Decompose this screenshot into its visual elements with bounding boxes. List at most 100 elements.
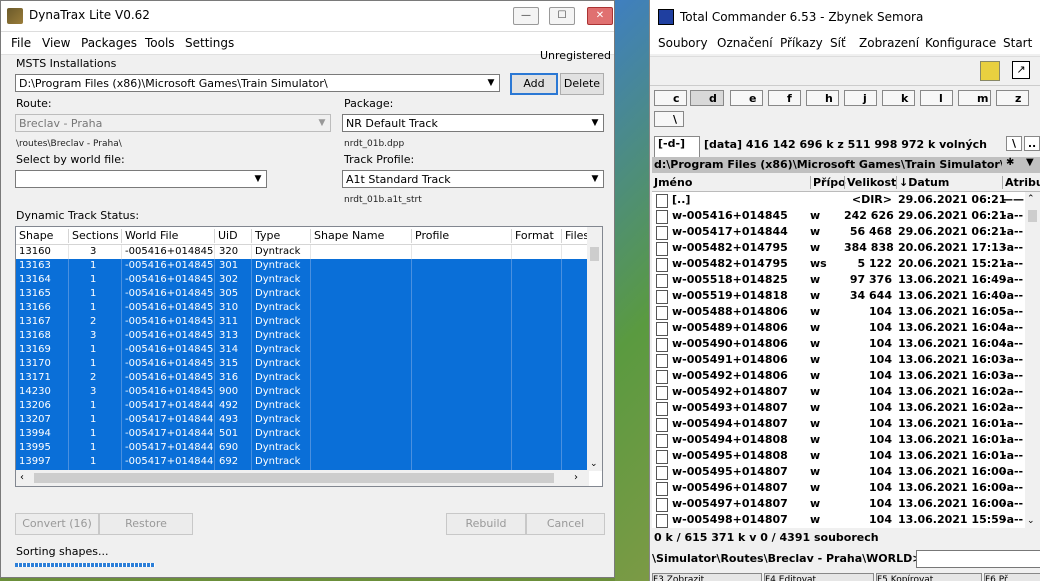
table-row[interactable]: 13170 1 -005416+014845 315 Dyntrack (16, 357, 589, 371)
rebuild-button[interactable]: Rebuild (446, 513, 526, 535)
table-row[interactable]: 13169 1 -005416+014845 314 Dyntrack (16, 343, 589, 357)
table-row[interactable]: 13206 1 -005417+014844 492 Dyntrack (16, 399, 589, 413)
file-row[interactable]: w-005416+014845 w 242 626 29.06.2021 06:21-… (652, 208, 1025, 224)
col-world-file[interactable]: World File (121, 229, 178, 243)
drive-l[interactable]: l (920, 90, 953, 106)
command-input[interactable] (916, 550, 1040, 568)
root-button[interactable]: \ (1006, 136, 1022, 151)
delete-button[interactable]: Delete (560, 73, 604, 95)
table-row[interactable]: 13163 1 -005416+014845 301 Dyntrack (16, 259, 589, 273)
chevron-down-icon[interactable]: ▼ (1026, 157, 1034, 168)
msts-path-select[interactable]: D:\Program Files (x86)\Microsoft Games\T… (15, 74, 500, 92)
file-row[interactable]: w-005492+014806 w 104 13.06.2021 16:03 -a-- (652, 368, 1025, 384)
tc-menu-prikazy[interactable]: Příkazy (780, 36, 823, 50)
file-row[interactable]: w-005492+014807 w 104 13.06.2021 16:02 -a-- (652, 384, 1025, 400)
col-attributes[interactable]: Atributy (1002, 176, 1040, 189)
file-row[interactable]: w-005494+014807 w 104 13.06.2021 16:01 -a-- (652, 416, 1025, 432)
scroll-thumb[interactable] (590, 247, 599, 261)
file-row[interactable]: w-005494+014808 w 104 13.06.2021 16:01 -a-- (652, 432, 1025, 448)
table-row[interactable]: 13166 1 -005416+014845 310 Dyntrack (16, 301, 589, 315)
file-row[interactable]: w-005491+014806 w 104 13.06.2021 16:03 -a-- (652, 352, 1025, 368)
convert-button[interactable]: Convert (16) (15, 513, 99, 535)
drive-j[interactable]: j (844, 90, 877, 106)
f5-copy-button[interactable]: F5 Kopírovat (876, 573, 982, 581)
file-row[interactable]: w-005495+014808 w 104 13.06.2021 16:01 -a-- (652, 448, 1025, 464)
table-row[interactable]: 13997 1 -005417+014844 692 Dyntrack (16, 455, 589, 469)
col-date[interactable]: ↓Datum (896, 176, 949, 189)
table-row[interactable]: 13207 1 -005417+014844 493 Dyntrack (16, 413, 589, 427)
tc-menu-start[interactable]: Start (1003, 36, 1032, 50)
file-row[interactable]: w-005493+014807 w 104 13.06.2021 16:02 -a-- (652, 400, 1025, 416)
drive-k[interactable]: k (882, 90, 915, 106)
file-row[interactable]: w-005518+014825 w 97 376 13.06.2021 16:49 -a… (652, 272, 1025, 288)
table-row[interactable]: 13994 1 -005417+014844 501 Dyntrack (16, 427, 589, 441)
world-file-select[interactable]: ▼ (15, 170, 267, 188)
file-row[interactable]: w-005497+014807 w 104 13.06.2021 16:00 -a-- (652, 496, 1025, 512)
chevron-left-icon[interactable]: ‹ (20, 472, 24, 483)
file-row[interactable]: w-005482+014795 ws 5 122 20.06.2021 15:21 -a… (652, 256, 1025, 272)
table-row[interactable]: 13167 2 -005416+014845 311 Dyntrack (16, 315, 589, 329)
file-row[interactable]: w-005498+014807 w 104 13.06.2021 15:59 -a-- (652, 512, 1025, 528)
table-row[interactable]: 13165 1 -005416+014845 305 Dyntrack (16, 287, 589, 301)
scroll-thumb[interactable] (1028, 210, 1037, 222)
file-row[interactable]: w-005519+014818 w 34 644 13.06.2021 16:40 -a… (652, 288, 1025, 304)
star-icon[interactable]: ✱ (1006, 157, 1014, 168)
file-row[interactable]: [..] <DIR> 29.06.2021 06:21 —— (652, 192, 1025, 208)
col-shape-name[interactable]: Shape Name (310, 229, 384, 243)
drive-e[interactable]: e (730, 90, 763, 106)
tc-titlebar[interactable]: Total Commander 6.53 - Zbynek Semora (650, 0, 1040, 32)
up-button[interactable]: .. (1024, 136, 1040, 151)
f4-edit-button[interactable]: F4 Editovat (764, 573, 874, 581)
table-vertical-scrollbar[interactable]: ⌄ (587, 227, 602, 471)
file-list-scrollbar[interactable]: ⌃ ⌄ (1025, 192, 1040, 528)
file-row[interactable]: w-005417+014844 w 56 468 29.06.2021 06:21 -a… (652, 224, 1025, 240)
menu-view[interactable]: View (42, 36, 70, 50)
file-row[interactable]: w-005488+014806 w 104 13.06.2021 16:05 -a-- (652, 304, 1025, 320)
package-select[interactable]: NR Default Track ▼ (342, 114, 604, 132)
col-name[interactable]: Jméno (654, 176, 692, 189)
menu-file[interactable]: File (11, 36, 31, 50)
file-row[interactable]: w-005490+014806 w 104 13.06.2021 16:04 -a-- (652, 336, 1025, 352)
track-profile-select[interactable]: A1t Standard Track ▼ (342, 170, 604, 188)
route-select[interactable]: Breclav - Praha ▼ (15, 114, 331, 132)
f3-view-button[interactable]: F3 Zobrazit (652, 573, 762, 581)
drive-d[interactable]: d (690, 90, 724, 106)
file-list[interactable]: [..] <DIR> 29.06.2021 06:21 —— w-005416+0148… (652, 192, 1025, 528)
dynamic-track-table[interactable]: Shape Sections World File UiD Type Shape… (15, 226, 603, 487)
chevron-down-icon[interactable]: ⌄ (590, 459, 598, 469)
chevron-right-icon[interactable]: › (574, 472, 578, 483)
table-row[interactable]: 13160 3 -005416+014845 320 Dyntrack (16, 245, 589, 259)
table-row[interactable]: 13168 3 -005416+014845 313 Dyntrack (16, 329, 589, 343)
col-size[interactable]: Velikost (844, 176, 896, 189)
file-row[interactable]: w-005495+014807 w 104 13.06.2021 16:00 -a-- (652, 464, 1025, 480)
col-shape[interactable]: Shape (16, 229, 53, 243)
drive-h[interactable]: h (806, 90, 839, 106)
drive-f[interactable]: f (768, 90, 801, 106)
tc-menu-soubory[interactable]: Soubory (658, 36, 708, 50)
menu-tools[interactable]: Tools (145, 36, 175, 50)
minimize-button[interactable]: — (513, 7, 539, 25)
f6-move-button[interactable]: F6 Př (984, 573, 1040, 581)
tc-menu-konfigurace[interactable]: Konfigurace (925, 36, 996, 50)
table-row[interactable]: 14230 3 -005416+014845 900 Dyntrack (16, 385, 589, 399)
file-row[interactable]: w-005482+014795 w 384 838 20.06.2021 17:13-… (652, 240, 1025, 256)
add-button[interactable]: Add (510, 73, 558, 95)
menu-settings[interactable]: Settings (185, 36, 234, 50)
chevron-down-icon[interactable]: ⌄ (1027, 516, 1035, 526)
col-type[interactable]: Type (251, 229, 280, 243)
table-row[interactable]: 13995 1 -005417+014844 690 Dyntrack (16, 441, 589, 455)
table-row[interactable]: 13164 1 -005416+014845 302 Dyntrack (16, 273, 589, 287)
table-row[interactable]: 13171 2 -005416+014845 316 Dyntrack (16, 371, 589, 385)
col-format[interactable]: Format (511, 229, 554, 243)
restore-button[interactable]: Restore (99, 513, 193, 535)
table-horizontal-scrollbar[interactable]: ‹ › (16, 470, 589, 486)
dynatrax-titlebar[interactable]: DynaTrax Lite V0.62 — ☐ ✕ (1, 1, 614, 32)
menu-packages[interactable]: Packages (81, 36, 137, 50)
close-button[interactable]: ✕ (587, 7, 613, 25)
tc-menu-zobrazeni[interactable]: Zobrazení (859, 36, 919, 50)
col-uid[interactable]: UiD (214, 229, 238, 243)
drive-c[interactable]: c (654, 90, 687, 106)
drive-z[interactable]: z (996, 90, 1029, 106)
drive-m[interactable]: m (958, 90, 991, 106)
file-row[interactable]: w-005496+014807 w 104 13.06.2021 16:00 -a-- (652, 480, 1025, 496)
